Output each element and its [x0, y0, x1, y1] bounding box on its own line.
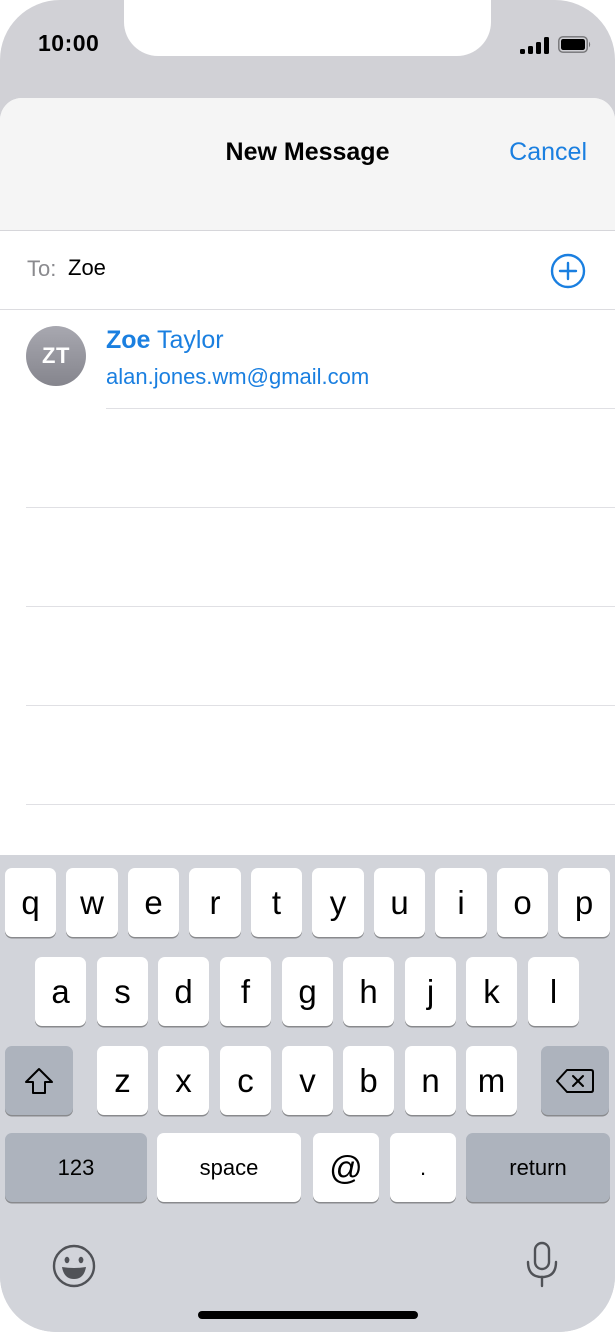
key-e[interactable]: e	[128, 868, 179, 937]
battery-icon	[558, 36, 591, 53]
key-n[interactable]: n	[405, 1046, 456, 1115]
key-f[interactable]: f	[220, 957, 271, 1026]
key-u[interactable]: u	[374, 868, 425, 937]
key-p[interactable]: p	[558, 868, 610, 937]
add-contact-button[interactable]	[550, 253, 586, 289]
to-field-row: To:	[0, 231, 615, 310]
to-label: To:	[27, 256, 57, 281]
shift-icon	[25, 1067, 53, 1094]
key-o[interactable]: o	[497, 868, 548, 937]
key-k[interactable]: k	[466, 957, 517, 1026]
avatar: ZT	[26, 326, 86, 386]
key-r[interactable]: r	[189, 868, 241, 937]
list-separator	[26, 705, 615, 706]
keyboard: q w e r t y u i o p a s d f g h j k l z …	[0, 855, 615, 1332]
key-v[interactable]: v	[282, 1046, 333, 1115]
shift-key[interactable]	[5, 1046, 73, 1115]
navigation-bar: New Message Cancel	[0, 98, 615, 231]
suggestion-name-match: Zoe	[106, 326, 151, 354]
at-key[interactable]: @	[313, 1133, 379, 1202]
key-j[interactable]: j	[405, 957, 456, 1026]
key-i[interactable]: i	[435, 868, 487, 937]
emoji-icon	[52, 1244, 96, 1288]
numbers-key[interactable]: 123	[5, 1133, 147, 1202]
key-g[interactable]: g	[282, 957, 333, 1026]
emoji-button[interactable]	[50, 1242, 98, 1290]
key-l[interactable]: l	[528, 957, 579, 1026]
key-s[interactable]: s	[97, 957, 148, 1026]
new-message-sheet: New Message Cancel To: ZT Zoe Taylor ala…	[0, 98, 615, 855]
status-time: 10:00	[38, 30, 100, 56]
delete-key[interactable]	[541, 1046, 609, 1115]
suggestion-name: Zoe Taylor	[106, 326, 224, 355]
plus-circle-icon	[550, 253, 586, 289]
list-separator	[106, 408, 615, 409]
key-h[interactable]: h	[343, 957, 394, 1026]
status-bar: 10:00	[0, 0, 615, 98]
dictation-button[interactable]	[523, 1240, 561, 1290]
cancel-button[interactable]: Cancel	[509, 138, 587, 167]
list-separator	[26, 606, 615, 607]
key-t[interactable]: t	[251, 868, 302, 937]
key-x[interactable]: x	[158, 1046, 209, 1115]
list-separator	[26, 804, 615, 805]
home-indicator[interactable]	[198, 1311, 418, 1319]
key-c[interactable]: c	[220, 1046, 271, 1115]
suggestion-email: alan.jones.wm@gmail.com	[106, 364, 370, 389]
key-a[interactable]: a	[35, 957, 86, 1026]
return-key[interactable]: return	[466, 1133, 610, 1202]
contact-suggestion[interactable]: ZT Zoe Taylor alan.jones.wm@gmail.com	[0, 310, 615, 408]
key-b[interactable]: b	[343, 1046, 394, 1115]
microphone-icon	[526, 1241, 558, 1288]
key-m[interactable]: m	[466, 1046, 517, 1115]
period-key[interactable]: .	[390, 1133, 456, 1202]
key-w[interactable]: w	[66, 868, 118, 937]
notch	[124, 0, 491, 56]
recipient-input[interactable]	[68, 253, 488, 283]
key-q[interactable]: q	[5, 868, 56, 937]
phone-screen: 10:00 New Message Cancel To: Zoe ZT Zoe …	[0, 0, 615, 1332]
cellular-signal-icon	[520, 36, 550, 54]
key-y[interactable]: y	[312, 868, 364, 937]
space-key[interactable]: space	[157, 1133, 301, 1202]
list-separator	[26, 507, 615, 508]
backspace-icon	[556, 1068, 594, 1093]
key-z[interactable]: z	[97, 1046, 148, 1115]
suggestion-name-rest: Taylor	[150, 326, 224, 354]
key-d[interactable]: d	[158, 957, 209, 1026]
